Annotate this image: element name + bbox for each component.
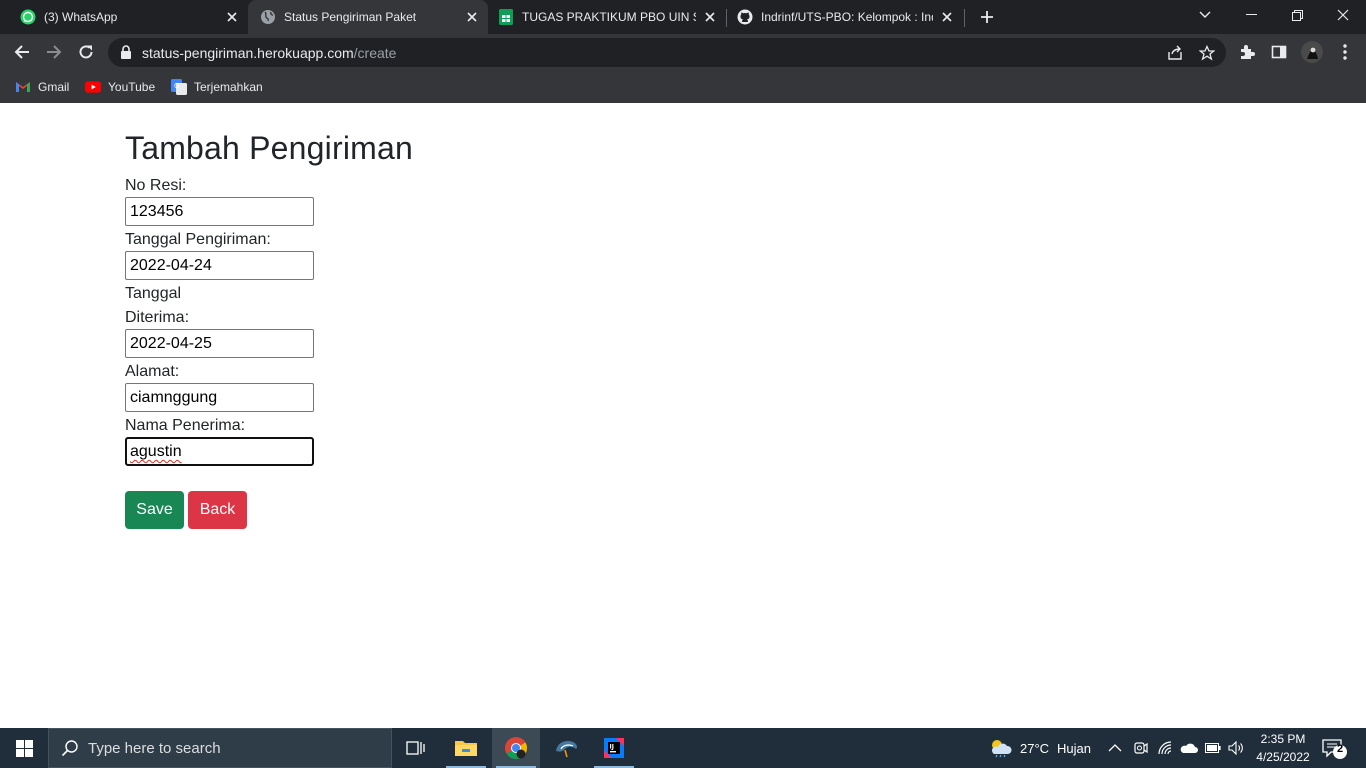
weather-description: Hujan [1057,740,1092,756]
tanggal-diterima-label-line1: Tanggal [125,285,182,302]
svg-text:G: G [174,82,179,90]
wifi-icon[interactable] [1158,728,1174,768]
chrome-icon [505,737,527,759]
svg-text:IJ: IJ [610,744,614,751]
tab-status-pengiriman[interactable]: Status Pengiriman Paket [248,0,488,34]
close-tab-icon[interactable] [702,9,718,25]
battery-icon[interactable] [1205,728,1221,768]
bookmark-label: Terjemahkan [194,80,263,94]
share-icon[interactable] [1166,44,1184,62]
whatsapp-icon [20,9,36,25]
bookmark-label: Gmail [38,80,70,94]
back-arrow-icon[interactable] [10,40,34,64]
tab-title: TUGAS PRAKTIKUM PBO UIN SGD [522,10,696,24]
tanggal-pengiriman-input[interactable]: 2022-04-24 [125,251,314,280]
extensions-puzzle-icon[interactable] [1237,42,1257,62]
tab-title: (3) WhatsApp [44,10,118,24]
google-sheets-icon [498,9,514,25]
nama-penerima-label: Nama Penerima: [125,417,246,434]
alamat-label: Alamat: [125,363,180,380]
volume-icon[interactable] [1228,728,1244,768]
chevron-up-icon [1108,744,1122,752]
page-content: Tambah Pengiriman No Resi: 123456 Tangga… [0,103,1366,728]
menu-kebab-icon[interactable] [1335,42,1355,62]
url-host: status-pengiriman.herokuapp.com [142,45,354,61]
tab-github[interactable]: Indrinf/UTS-PBO: Kelompok : Indrinf [727,0,963,34]
tab-separator [964,9,965,27]
file-explorer-icon [455,741,477,756]
taskbar-chrome[interactable] [492,728,540,768]
reload-icon[interactable] [74,40,98,64]
taskbar-clock[interactable]: 2:35 PM 4/25/2022 [1246,730,1320,766]
bookmark-star-icon[interactable] [1198,44,1216,62]
no-resi-label: No Resi: [125,177,187,194]
task-view-icon [406,741,425,755]
address-bar[interactable]: status-pengiriman.herokuapp.com/create [108,38,1226,67]
search-icon [61,739,79,757]
url-path: /create [353,45,397,61]
tab-title: Indrinf/UTS-PBO: Kelompok : Indrinf [761,10,933,24]
page-title: Tambah Pengiriman [125,130,413,166]
github-icon [737,9,753,25]
bookmark-label: YouTube [108,80,156,94]
nama-penerima-value: agustin [130,443,182,460]
tanggal-diterima-label-line2: Diterima: [125,309,190,326]
task-view-button[interactable] [392,728,440,768]
show-hidden-icons-chevron[interactable] [1108,728,1122,768]
google-translate-icon: G [171,79,187,95]
nama-penerima-input[interactable]: agustin [125,437,314,466]
intellij-idea-icon: IJ [604,738,624,758]
tanggal-pengiriman-label: Tanggal Pengiriman: [125,231,271,248]
close-window-button[interactable] [1320,0,1366,30]
taskbar-file-explorer[interactable] [442,728,490,768]
notification-center-button[interactable]: 2 [1322,738,1348,760]
close-tab-icon[interactable] [464,9,480,25]
youtube-icon [85,79,101,95]
lock-icon[interactable] [120,45,134,59]
side-panel-icon[interactable] [1269,42,1289,62]
notification-count: 2 [1336,743,1344,755]
browser-toolbar: status-pengiriman.herokuapp.com/create [0,34,1366,71]
back-button[interactable]: Back [188,491,247,529]
weather-temperature: 27°C [1020,740,1050,756]
taskbar-search-box[interactable]: Type here to search [48,728,392,768]
minimize-button[interactable] [1228,0,1274,30]
restore-button[interactable] [1274,0,1320,30]
tab-whatsapp[interactable]: (3) WhatsApp [0,0,248,34]
no-resi-input[interactable]: 123456 [125,197,314,226]
url-text: status-pengiriman.herokuapp.com/create [142,45,396,61]
bookmarks-bar: Gmail YouTube G Terjemahkan [0,71,1366,103]
browser-tab-strip: (3) WhatsApp Status Pengiriman Paket TUG… [0,0,1366,34]
mysql-workbench-icon [556,741,577,758]
globe-icon [260,9,276,25]
close-tab-icon[interactable] [224,9,240,25]
weather-widget[interactable]: 27°C Hujan [988,728,1091,768]
taskbar-app-mysql[interactable] [542,728,590,768]
tanggal-diterima-input[interactable]: 2022-04-25 [125,329,314,358]
windows-logo-icon [15,739,33,757]
windows-start-button[interactable] [0,728,48,768]
meet-now-icon[interactable] [1134,728,1148,768]
forward-arrow-icon[interactable] [42,40,66,64]
profile-avatar[interactable] [1301,41,1323,63]
gmail-icon [15,79,31,95]
bookmark-terjemahkan[interactable]: G Terjemahkan [171,76,263,98]
bookmark-gmail[interactable]: Gmail [15,76,69,98]
save-button[interactable]: Save [125,491,184,529]
new-tab-button[interactable] [976,6,998,28]
clock-time: 2:35 PM [1260,732,1306,746]
taskbar-intellij[interactable]: IJ [590,728,638,768]
clock-date: 4/25/2022 [1256,750,1310,764]
weather-rain-cloud-icon [988,738,1012,758]
alamat-input[interactable]: ciamnggung [125,383,314,412]
tab-title: Status Pengiriman Paket [284,10,417,24]
onedrive-cloud-icon[interactable] [1180,728,1198,768]
windows-taskbar: Type here to search IJ 27°C Hujan 2:35 P… [0,728,1366,768]
tab-tugas-praktikum[interactable]: TUGAS PRAKTIKUM PBO UIN SGD [488,0,726,34]
notification-icon [1322,739,1347,759]
bookmark-youtube[interactable]: YouTube [85,76,155,98]
tab-search-chevron-icon[interactable] [1182,0,1228,30]
close-tab-icon[interactable] [939,9,955,25]
search-placeholder: Type here to search [88,739,221,757]
